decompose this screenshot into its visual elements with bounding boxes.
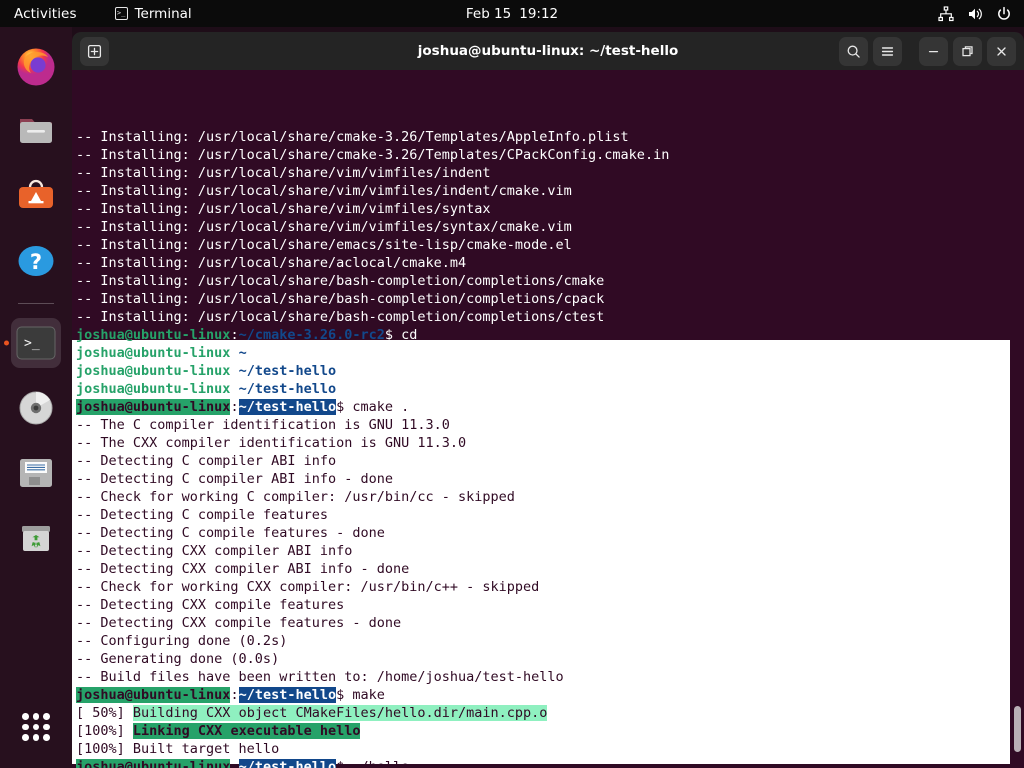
clock-time: 19:12	[519, 6, 558, 22]
terminal-line: -- Installing: /usr/local/share/bash-com…	[76, 272, 1024, 290]
terminal-line: -- Installing: /usr/local/share/aclocal/…	[76, 254, 1024, 272]
help-icon: ?	[13, 238, 59, 284]
folder-icon	[13, 108, 59, 154]
terminal-line-selected: -- Detecting C compiler ABI info	[76, 452, 1024, 470]
power-icon[interactable]	[996, 6, 1012, 22]
terminal-icon: >_	[16, 326, 56, 360]
terminal-window: joshua@ubuntu-linux: ~/test-hello	[72, 32, 1024, 768]
terminal-line-selected: -- Detecting CXX compiler ABI info	[76, 542, 1024, 560]
app-indicator-terminal[interactable]: >_ Terminal	[115, 6, 192, 22]
trash-icon	[13, 515, 59, 561]
minimize-icon	[926, 44, 941, 59]
network-icon[interactable]	[938, 6, 954, 22]
menu-button[interactable]	[873, 37, 902, 66]
terminal-line-selected: -- Detecting CXX compile features	[76, 596, 1024, 614]
dock-item-firefox[interactable]	[11, 41, 61, 91]
maximize-icon	[960, 44, 975, 59]
terminal-line: -- Installing: /usr/local/share/vim/vimf…	[76, 218, 1024, 236]
search-icon	[846, 44, 861, 59]
terminal-icon: >_	[115, 7, 128, 20]
terminal-line-selected: -- Detecting CXX compile features - done	[76, 614, 1024, 632]
close-button[interactable]	[987, 37, 1016, 66]
close-icon	[994, 44, 1009, 59]
terminal-prompt-line-selected: joshua@ubuntu-linux:~/test-hello$ ./hell…	[76, 758, 1024, 768]
app-indicator-label: Terminal	[135, 6, 192, 22]
terminal-prompt-line-selected: joshua@ubuntu-linux:~/test-hello$ cmake …	[76, 398, 1024, 416]
svg-text:?: ?	[30, 250, 42, 274]
terminal-prompt-line: joshua@ubuntu-linux:~/cmake-3.26.0-rc2$ …	[76, 326, 1024, 344]
terminal-line: -- Installing: /usr/local/share/cmake-3.…	[76, 128, 1024, 146]
terminal-prompt-line: joshua@ubuntu-linux:~/test-hello$ sudo n…	[76, 362, 1024, 380]
terminal-scrollbar[interactable]	[1014, 706, 1021, 752]
grid-dot	[43, 713, 50, 720]
grid-dot	[22, 724, 29, 731]
new-tab-icon	[87, 44, 102, 59]
clock-date: Feb 15	[466, 6, 511, 22]
terminal-screen[interactable]: -- Installing: /usr/local/share/cmake-3.…	[72, 70, 1024, 768]
hamburger-menu-icon	[880, 44, 895, 59]
floppy-disk-icon	[13, 450, 59, 496]
grid-dot	[33, 713, 40, 720]
dock-item-files[interactable]	[11, 106, 61, 156]
activities-button[interactable]: Activities	[14, 6, 77, 22]
terminal-line-selected: -- Detecting CXX compiler ABI info - don…	[76, 560, 1024, 578]
terminal-line-selected: -- Detecting C compile features - done	[76, 524, 1024, 542]
terminal-line: -- Installing: /usr/local/share/vim/vimf…	[76, 164, 1024, 182]
dock-item-trash[interactable]	[11, 513, 61, 563]
terminal-line-selected: -- The C compiler identification is GNU …	[76, 416, 1024, 434]
terminal-line-selected: -- Check for working CXX compiler: /usr/…	[76, 578, 1024, 596]
system-tray[interactable]	[938, 6, 1012, 22]
maximize-button[interactable]	[953, 37, 982, 66]
new-tab-button[interactable]	[80, 37, 109, 66]
terminal-line-selected: [ 50%] Building CXX object CMakeFiles/he…	[76, 704, 1024, 722]
terminal-output: -- Installing: /usr/local/share/cmake-3.…	[76, 128, 1024, 768]
terminal-line-selected: -- The CXX compiler identification is GN…	[76, 434, 1024, 452]
terminal-line: -- Installing: /usr/local/share/emacs/si…	[76, 236, 1024, 254]
dock-item-help[interactable]: ?	[11, 236, 61, 286]
terminal-line: -- Installing: /usr/local/share/bash-com…	[76, 308, 1024, 326]
dock-item-ubuntu-software[interactable]	[11, 171, 61, 221]
terminal-line: -- Installing: /usr/local/share/bash-com…	[76, 290, 1024, 308]
dock-item-libreoffice[interactable]	[11, 448, 61, 498]
dock-separator	[18, 303, 54, 304]
terminal-line-selected: -- Detecting C compile features	[76, 506, 1024, 524]
clock-menu[interactable]: Feb 15 19:12	[466, 6, 558, 22]
window-titlebar: joshua@ubuntu-linux: ~/test-hello	[72, 32, 1024, 70]
grid-dot	[33, 734, 40, 741]
firefox-icon	[13, 43, 59, 89]
volume-icon[interactable]	[967, 6, 983, 22]
terminal-line: -- Installing: /usr/local/share/vim/vimf…	[76, 200, 1024, 218]
terminal-line: -- Installing: /usr/local/share/vim/vimf…	[76, 182, 1024, 200]
terminal-line-selected: [100%] Linking CXX executable hello	[76, 722, 1024, 740]
terminal-line-selected: [100%] Built target hello	[76, 740, 1024, 758]
dock-item-terminal[interactable]: >_	[11, 318, 61, 368]
terminal-line-selected: -- Detecting C compiler ABI info - done	[76, 470, 1024, 488]
svg-text:>_: >_	[24, 336, 40, 351]
grid-dot	[43, 734, 50, 741]
search-button[interactable]	[839, 37, 868, 66]
terminal-line-selected: -- Build files have been written to: /ho…	[76, 668, 1024, 686]
software-bag-icon	[13, 173, 59, 219]
titlebar-controls	[839, 37, 1016, 66]
grid-dot	[43, 724, 50, 731]
grid-dot	[22, 713, 29, 720]
minimize-button[interactable]	[919, 37, 948, 66]
terminal-line-selected: -- Configuring done (0.2s)	[76, 632, 1024, 650]
gnome-top-bar: Activities >_ Terminal Feb 15 19:12	[0, 0, 1024, 27]
dock-item-rhythmbox[interactable]	[11, 383, 61, 433]
terminal-prompt-line: joshua@ubuntu-linux:~/test-hello$ sudo n…	[76, 380, 1024, 398]
terminal-line: -- Installing: /usr/local/share/cmake-3.…	[76, 146, 1024, 164]
terminal-line-selected: -- Generating done (0.0s)	[76, 650, 1024, 668]
grid-dot	[22, 734, 29, 741]
grid-dot	[33, 724, 40, 731]
show-applications-button[interactable]	[11, 702, 61, 752]
cd-disc-icon	[13, 385, 59, 431]
terminal-line-selected: -- Check for working C compiler: /usr/bi…	[76, 488, 1024, 506]
terminal-prompt-line-selected: joshua@ubuntu-linux:~/test-hello$ make	[76, 686, 1024, 704]
terminal-prompt-line: joshua@ubuntu-linux:~$ mkdir test-hello …	[76, 344, 1024, 362]
ubuntu-dock: ? >_	[0, 27, 72, 768]
